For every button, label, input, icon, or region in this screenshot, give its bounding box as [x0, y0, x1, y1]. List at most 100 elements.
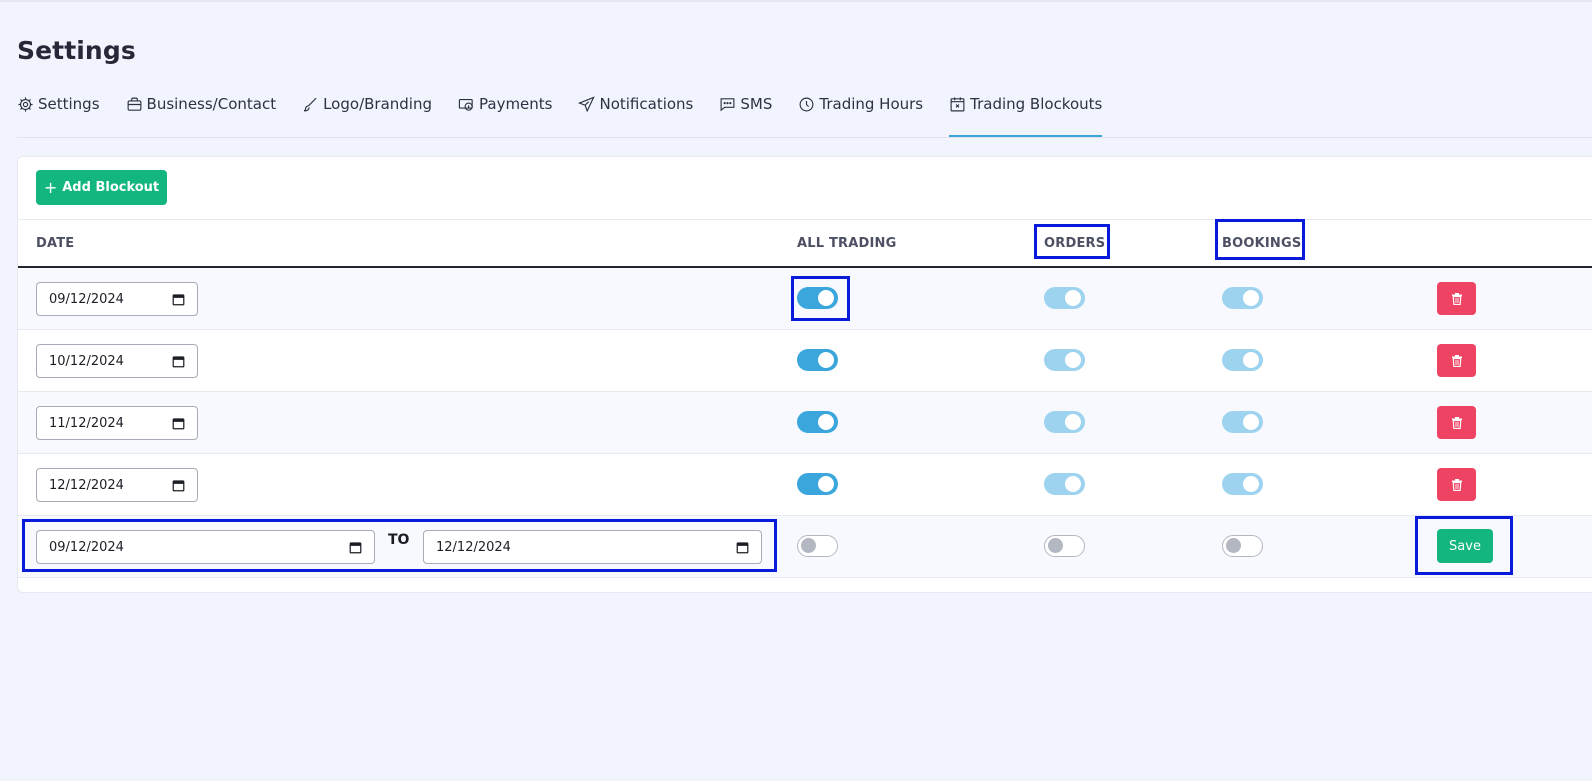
message-icon [719, 96, 736, 113]
to-date-input[interactable]: 12/12/2024 [423, 530, 762, 564]
briefcase-icon [126, 96, 143, 113]
tabs-divider [17, 137, 1592, 138]
toggle-knob [1065, 476, 1081, 492]
toggle-knob [801, 538, 816, 553]
date-value: 12/12/2024 [49, 477, 124, 493]
tab-label: Trading Blockouts [970, 95, 1103, 113]
trash-icon [1451, 292, 1462, 305]
date-value: 09/12/2024 [49, 291, 124, 307]
send-icon [578, 96, 596, 113]
column-header-orders: ORDERS [1044, 236, 1106, 251]
date-input[interactable]: 09/12/2024 [36, 282, 198, 316]
date-input[interactable]: 12/12/2024 [36, 468, 198, 502]
column-header-all-trading: ALL TRADING [797, 236, 897, 251]
orders-toggle[interactable] [1044, 287, 1085, 309]
tab-sms[interactable]: SMS [719, 92, 772, 138]
tab-label: Business/Contact [146, 95, 277, 113]
orders-toggle[interactable] [1044, 349, 1085, 371]
toggle-knob [1048, 538, 1063, 553]
table-row: 11/12/2024 [18, 392, 1592, 454]
tab-label: Notifications [599, 95, 694, 113]
cash-icon [458, 96, 475, 113]
tab-notifications[interactable]: Notifications [578, 92, 693, 138]
delete-button[interactable] [1437, 344, 1476, 377]
blockouts-card: + Add Blockout DATE ALL TRADING ORDERS B… [17, 156, 1592, 593]
calendar-icon[interactable] [172, 479, 185, 492]
save-button[interactable]: Save [1437, 529, 1493, 563]
date-value: 11/12/2024 [49, 415, 124, 431]
toggle-knob [1065, 290, 1081, 306]
toggle-knob [1243, 414, 1259, 430]
clock-icon [798, 96, 815, 113]
tab-logo-branding[interactable]: Logo/Branding [302, 92, 432, 138]
calendar-icon[interactable] [172, 417, 185, 430]
toggle-knob [1065, 414, 1081, 430]
top-divider [0, 0, 1592, 2]
toggle-knob [818, 352, 834, 368]
gear-icon [17, 96, 34, 113]
delete-button[interactable] [1437, 468, 1476, 501]
toggle-knob [1243, 352, 1259, 368]
date-input[interactable]: 10/12/2024 [36, 344, 198, 378]
toggle-knob [818, 476, 834, 492]
calendar-icon[interactable] [172, 293, 185, 306]
bookings-toggle[interactable] [1222, 349, 1263, 371]
settings-tabs: Settings Business/Contact Logo/Branding … [17, 92, 1592, 138]
new-blockout-row: 09/12/2024 TO 12/12/2024 Save [18, 516, 1592, 578]
tab-trading-hours[interactable]: Trading Hours [798, 92, 923, 138]
all-trading-toggle[interactable] [797, 411, 838, 433]
bookings-toggle[interactable] [1222, 287, 1263, 309]
tab-business-contact[interactable]: Business/Contact [126, 92, 277, 138]
brush-icon [302, 96, 319, 113]
calendar-icon[interactable] [172, 355, 185, 368]
tab-label: SMS [740, 95, 773, 113]
trash-icon [1451, 416, 1462, 429]
tab-settings[interactable]: Settings [17, 92, 100, 138]
tab-label: Logo/Branding [323, 95, 432, 113]
page-title: Settings [17, 36, 136, 65]
tab-trading-blockouts[interactable]: Trading Blockouts [949, 92, 1103, 138]
calendar-x-icon [949, 96, 966, 113]
orders-toggle[interactable] [1044, 535, 1085, 557]
trash-icon [1451, 354, 1462, 367]
bookings-toggle[interactable] [1222, 411, 1263, 433]
tab-label: Trading Hours [819, 95, 924, 113]
table-row: 12/12/2024 [18, 454, 1592, 516]
bookings-toggle[interactable] [1222, 535, 1263, 557]
date-value: 10/12/2024 [49, 353, 124, 369]
toggle-knob [1243, 290, 1259, 306]
column-header-bookings: BOOKINGS [1222, 236, 1302, 251]
table-row: 10/12/2024 [18, 330, 1592, 392]
tab-label: Payments [479, 95, 553, 113]
column-header-date: DATE [36, 236, 75, 251]
calendar-icon[interactable] [349, 541, 362, 554]
tab-payments[interactable]: Payments [458, 92, 552, 138]
add-blockout-button[interactable]: + Add Blockout [36, 170, 167, 205]
bookings-toggle[interactable] [1222, 473, 1263, 495]
orders-toggle[interactable] [1044, 473, 1085, 495]
toggle-knob [818, 290, 834, 306]
table-row: 09/12/2024 [18, 268, 1592, 330]
toggle-knob [1226, 538, 1241, 553]
calendar-icon[interactable] [736, 541, 749, 554]
all-trading-toggle[interactable] [797, 287, 838, 309]
delete-button[interactable] [1437, 406, 1476, 439]
trash-icon [1451, 478, 1462, 491]
plus-icon: + [43, 178, 58, 197]
delete-button[interactable] [1437, 282, 1476, 315]
from-date-input[interactable]: 09/12/2024 [36, 530, 375, 564]
tab-label: Settings [38, 95, 100, 113]
add-blockout-label: Add Blockout [62, 180, 160, 195]
toggle-knob [1065, 352, 1081, 368]
from-date-value: 09/12/2024 [49, 539, 124, 555]
all-trading-toggle[interactable] [797, 473, 838, 495]
all-trading-toggle[interactable] [797, 535, 838, 557]
to-date-value: 12/12/2024 [436, 539, 511, 555]
orders-toggle[interactable] [1044, 411, 1085, 433]
all-trading-toggle[interactable] [797, 349, 838, 371]
table-header: DATE ALL TRADING ORDERS BOOKINGS [18, 219, 1592, 268]
toggle-knob [818, 414, 834, 430]
date-input[interactable]: 11/12/2024 [36, 406, 198, 440]
toggle-knob [1243, 476, 1259, 492]
to-label: TO [388, 532, 410, 548]
